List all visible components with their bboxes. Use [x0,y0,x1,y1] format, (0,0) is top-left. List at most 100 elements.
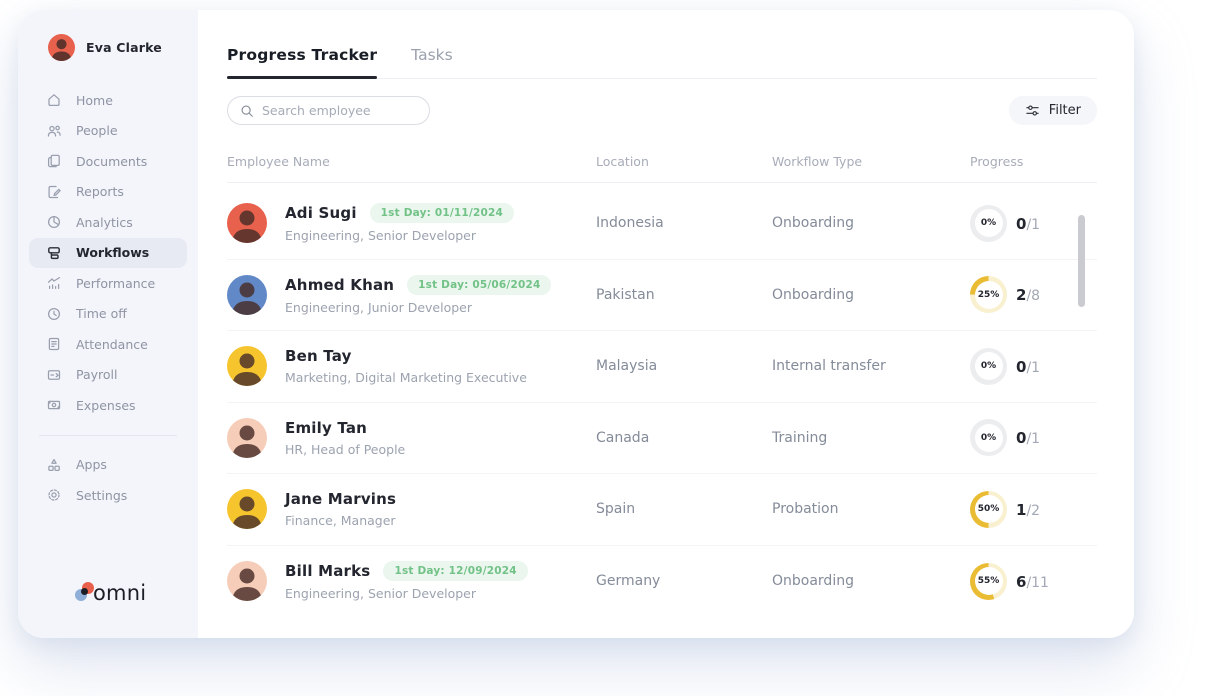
progress-cell: 0% 0/1 [970,348,1097,385]
employee-avatar [227,561,267,601]
sidebar-item-performance[interactable]: Performance [29,268,187,299]
sidebar-item-label: Analytics [76,215,133,230]
table-row[interactable]: Adi Sugi 1st Day: 01/11/2024 Engineering… [227,188,1097,260]
column-header-progress: Progress [970,154,1097,169]
table-row[interactable]: Emily Tan HR, Head of People Canada Trai… [227,403,1097,475]
progress-cell: 55% 6/11 [970,563,1097,600]
tab-progress-tracker[interactable]: Progress Tracker [227,46,377,78]
sidebar-item-label: Payroll [76,367,118,382]
sidebar-item-home[interactable]: Home [29,85,187,116]
first-day-badge: 1st Day: 12/09/2024 [383,561,527,581]
progress-cell: 0% 0/1 [970,419,1097,456]
location-cell: Canada [596,430,772,446]
progress-cell: 50% 1/2 [970,491,1097,528]
employee-cell: Jane Marvins Finance, Manager [227,489,596,529]
sidebar-item-label: Apps [76,457,107,472]
sidebar-item-analytics[interactable]: Analytics [29,207,187,238]
performance-icon [46,275,62,291]
employee-role: Engineering, Junior Developer [285,300,551,315]
employee-avatar [227,346,267,386]
workflow-type-cell: Internal transfer [772,358,970,374]
settings-icon [46,487,62,503]
workflow-type-cell: Probation [772,501,970,517]
progress-ring: 0% [970,205,1007,242]
workflow-type-cell: Onboarding [772,287,970,303]
filter-button[interactable]: Filter [1009,96,1097,125]
table-row[interactable]: Bill Marks 1st Day: 12/09/2024 Engineeri… [227,546,1097,618]
progress-fraction: 0/1 [1016,357,1040,376]
table-row[interactable]: Ahmed Khan 1st Day: 05/06/2024 Engineeri… [227,260,1097,332]
people-icon [46,123,62,139]
reports-icon [46,184,62,200]
omni-logo: omni [18,580,198,638]
sidebar-item-label: Workflows [76,245,149,260]
sidebar-item-payroll[interactable]: Payroll [29,360,187,391]
first-day-badge: 1st Day: 05/06/2024 [407,275,551,295]
user-profile[interactable]: Eva Clarke [18,34,198,61]
vertical-scrollbar[interactable] [1078,215,1085,307]
filter-label: Filter [1049,103,1081,118]
sidebar-item-reports[interactable]: Reports [29,177,187,208]
app-window: Eva Clarke Home People Documents Reports [18,10,1134,638]
location-cell: Spain [596,501,772,517]
progress-fraction: 0/1 [1016,214,1040,233]
employee-avatar [227,275,267,315]
progress-fraction: 1/2 [1016,500,1040,519]
employee-name: Emily Tan [285,419,367,437]
expenses-icon [46,397,62,413]
employee-cell: Bill Marks 1st Day: 12/09/2024 Engineeri… [227,561,596,601]
search-icon [240,104,254,118]
main-panel: Progress Tracker Tasks Filter Employee N… [198,10,1134,638]
sidebar-item-label: Home [76,93,113,108]
home-icon [46,92,62,108]
employee-cell: Ahmed Khan 1st Day: 05/06/2024 Engineeri… [227,275,596,315]
analytics-icon [46,214,62,230]
sidebar-item-label: Expenses [76,398,136,413]
employee-cell: Ben Tay Marketing, Digital Marketing Exe… [227,346,596,386]
sidebar-nav: Home People Documents Reports Analytics … [18,85,198,421]
progress-ring: 50% [970,491,1007,528]
employee-name: Bill Marks [285,562,370,580]
progress-ring: 0% [970,348,1007,385]
employee-role: HR, Head of People [285,442,405,457]
search-box[interactable] [227,96,430,125]
employee-cell: Adi Sugi 1st Day: 01/11/2024 Engineering… [227,203,596,243]
documents-icon [46,153,62,169]
progress-ring: 55% [970,563,1007,600]
column-header-location: Location [596,154,772,169]
sidebar-item-apps[interactable]: Apps [29,450,187,481]
employee-role: Finance, Manager [285,513,396,528]
tab-tasks[interactable]: Tasks [411,46,453,78]
sidebar-item-documents[interactable]: Documents [29,146,187,177]
search-input[interactable] [262,103,417,118]
sidebar-footer-nav: Apps Settings [18,450,198,511]
column-header-employee-name: Employee Name [227,154,596,169]
sidebar-item-people[interactable]: People [29,116,187,147]
user-avatar [48,34,75,61]
column-header-workflow-type: Workflow Type [772,154,970,169]
workflow-type-cell: Training [772,430,970,446]
employee-avatar [227,418,267,458]
sidebar-item-label: Settings [76,488,127,503]
table-row[interactable]: Jane Marvins Finance, Manager Spain Prob… [227,474,1097,546]
employee-cell: Emily Tan HR, Head of People [227,418,596,458]
sidebar-item-settings[interactable]: Settings [29,480,187,511]
workflows-icon [46,245,62,261]
sidebar-item-attendance[interactable]: Attendance [29,329,187,360]
sidebar-item-expenses[interactable]: Expenses [29,390,187,421]
sidebar: Eva Clarke Home People Documents Reports [18,10,198,638]
sidebar-item-label: Attendance [76,337,148,352]
progress-fraction: 0/1 [1016,428,1040,447]
progress-fraction: 6/11 [1016,572,1049,591]
location-cell: Indonesia [596,215,772,231]
first-day-badge: 1st Day: 01/11/2024 [370,203,514,223]
progress-percent: 0% [981,361,996,371]
sidebar-item-label: Documents [76,154,147,169]
attendance-icon [46,336,62,352]
table-row[interactable]: Ben Tay Marketing, Digital Marketing Exe… [227,331,1097,403]
omni-logo-text: omni [93,583,146,604]
sidebar-item-time-off[interactable]: Time off [29,299,187,330]
progress-fraction: 2/8 [1016,285,1040,304]
sidebar-item-workflows[interactable]: Workflows [29,238,187,269]
sidebar-item-label: Reports [76,184,124,199]
